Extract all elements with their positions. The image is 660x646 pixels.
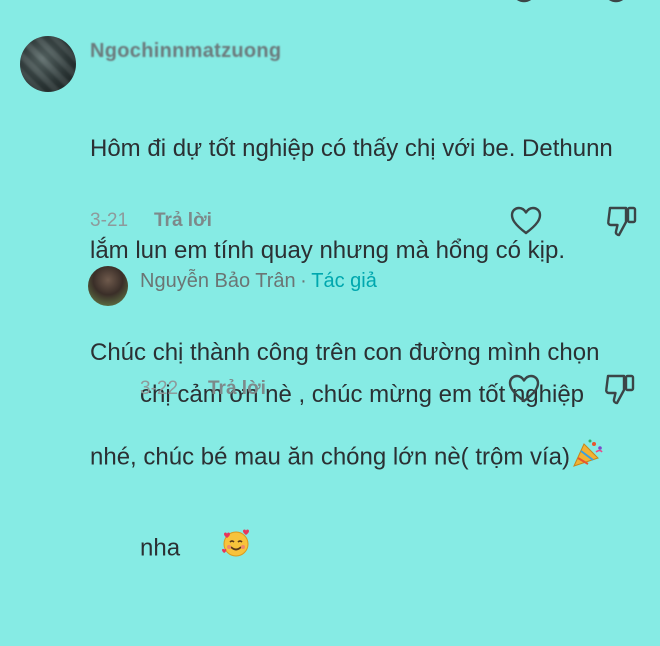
author-tag: Tác giả: [311, 270, 377, 292]
comment-line: Hôm đi dự tốt nghiệp có thấy chị với be.…: [90, 135, 613, 162]
comment-date: 3-21: [90, 210, 129, 231]
author-avatar[interactable]: [88, 266, 128, 306]
top-partial-icons: [0, 0, 660, 8]
reply-button[interactable]: Trả lời: [154, 210, 212, 232]
like-icon[interactable]: [510, 206, 542, 236]
reply-line: nha: [140, 490, 640, 608]
smiling-face-with-hearts-icon: [181, 490, 251, 608]
reply-line-text: nha: [140, 534, 181, 562]
author-name[interactable]: Nguyễn Bảo Trân: [140, 270, 296, 292]
reply-like-icon[interactable]: [508, 374, 540, 404]
commenter-username[interactable]: Ngochinnmatzuong: [90, 40, 281, 63]
reply-dislike-icon[interactable]: [604, 372, 636, 406]
reply-reply-button[interactable]: Trả lời: [208, 378, 266, 400]
reply-header: Nguyễn Bảo Trân · Tác giả: [140, 270, 377, 293]
reply-text: chị cảm ơn nè , chúc mừng em tốt nghiệp …: [140, 300, 640, 646]
name-separator: ·: [300, 270, 307, 292]
reply-date: 3-22: [140, 378, 179, 399]
commenter-avatar[interactable]: [20, 36, 76, 92]
comment-line: lắm lun em tính quay nhưng mà hổng có kị…: [90, 237, 566, 264]
dislike-icon[interactable]: [606, 204, 638, 238]
